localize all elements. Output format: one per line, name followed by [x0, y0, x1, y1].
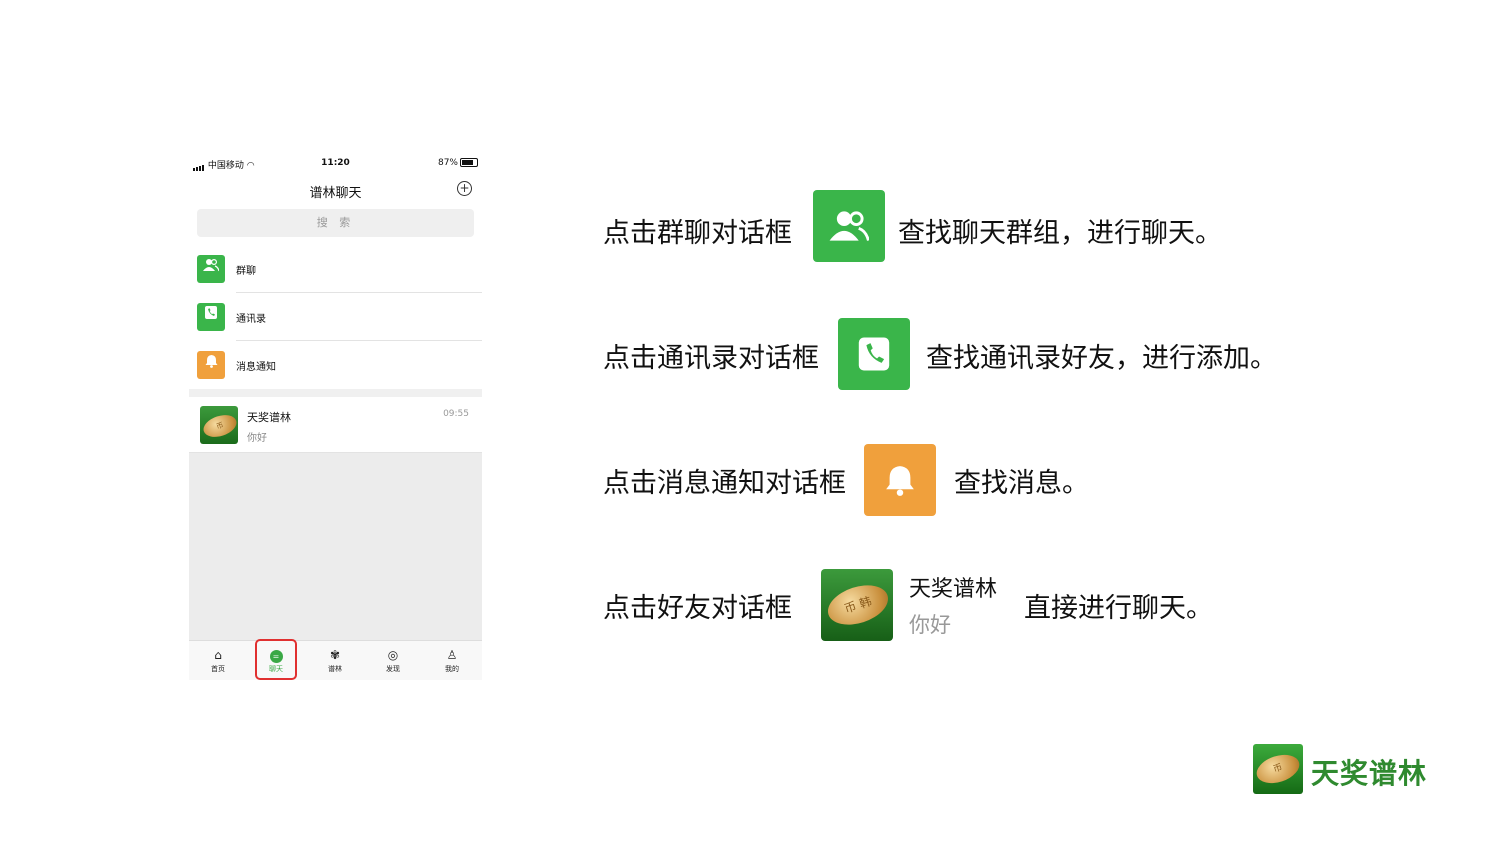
instruction-3-prefix: 点击消息通知对话框: [603, 468, 846, 499]
home-icon: ⌂: [214, 648, 222, 662]
divider: [236, 340, 482, 341]
contacts-icon: [838, 318, 910, 390]
battery-percent: 87%: [437, 158, 458, 168]
instruction-2-prefix: 点击通讯录对话框: [603, 343, 819, 374]
tab-pulin[interactable]: ✾ 谱林: [306, 641, 364, 680]
tab-label: 我的: [445, 665, 459, 673]
group-chat-icon: [813, 190, 885, 262]
bell-icon: [864, 444, 936, 516]
compass-icon: ◎: [387, 648, 399, 662]
chat-preview: 你好: [247, 433, 267, 444]
friend-avatar: 币 韩: [821, 569, 893, 641]
coin-logo-icon: 币: [1253, 749, 1303, 789]
chat-list-item[interactable]: 币 天奖谱林 你好 09:55: [189, 397, 482, 453]
menu-item-label: 消息通知: [236, 362, 276, 373]
highlight-box: [255, 639, 297, 680]
instruction-4-prefix: 点击好友对话框: [603, 593, 792, 624]
coin-logo-icon: 币 韩: [822, 578, 893, 632]
instruction-2-suffix: 查找通讯录好友，进行添加。: [926, 343, 1277, 374]
chat-name: 天奖谱林: [247, 411, 291, 424]
menu-item-group-chat[interactable]: 群聊: [189, 246, 482, 293]
instruction-1-suffix: 查找聊天群组，进行聊天。: [898, 218, 1222, 249]
profile-icon: ♙: [446, 648, 458, 662]
battery-indicator: 87%: [438, 158, 478, 168]
chat-time: 09:55: [443, 409, 469, 419]
tab-label: 发现: [386, 665, 400, 673]
tab-label: 谱林: [328, 665, 342, 673]
coin-logo-icon: 币: [200, 411, 238, 441]
tab-label: 首页: [211, 665, 225, 673]
friend-name: 天奖谱林: [909, 577, 998, 602]
tab-profile[interactable]: ♙ 我的: [423, 641, 481, 680]
bell-icon: [197, 351, 225, 379]
menu-item-contacts[interactable]: 通讯录: [189, 294, 482, 341]
tab-discover[interactable]: ◎ 发现: [364, 641, 422, 680]
group-chat-icon: [197, 255, 225, 283]
instruction-4-suffix: 直接进行聊天。: [1024, 593, 1213, 624]
menu-item-label: 通讯录: [236, 314, 266, 325]
contacts-icon: [197, 303, 225, 331]
add-plus-icon[interactable]: +: [457, 181, 472, 196]
brand-logo-icon: 币: [1253, 744, 1303, 794]
menu-item-notifications[interactable]: 消息通知: [189, 342, 482, 389]
tab-bar: ⌂ 首页 = 聊天 ✾ 谱林 ◎ 发现 ♙ 我的: [189, 640, 482, 680]
empty-area: [189, 453, 482, 640]
divider: [236, 292, 482, 293]
brand-name: 天奖谱林: [1311, 757, 1428, 790]
battery-icon: [460, 158, 478, 167]
section-divider: [189, 389, 482, 397]
tree-icon: ✾: [329, 648, 341, 662]
friend-message: 你好: [909, 613, 951, 637]
tab-home[interactable]: ⌂ 首页: [189, 641, 247, 680]
menu-item-label: 群聊: [236, 266, 256, 277]
status-bar: 中国移动 ◠ 11:20 87%: [189, 158, 482, 172]
page-title: 谱林聊天: [309, 186, 362, 201]
instruction-3-suffix: 查找消息。: [954, 468, 1089, 499]
instruction-1-prefix: 点击群聊对话框: [603, 218, 792, 249]
phone-screenshot: 中国移动 ◠ 11:20 87% 谱林聊天 + 搜 索 群聊 通讯录 消息通知 …: [189, 152, 482, 680]
avatar: 币: [200, 406, 238, 444]
search-input[interactable]: 搜 索: [197, 209, 474, 237]
